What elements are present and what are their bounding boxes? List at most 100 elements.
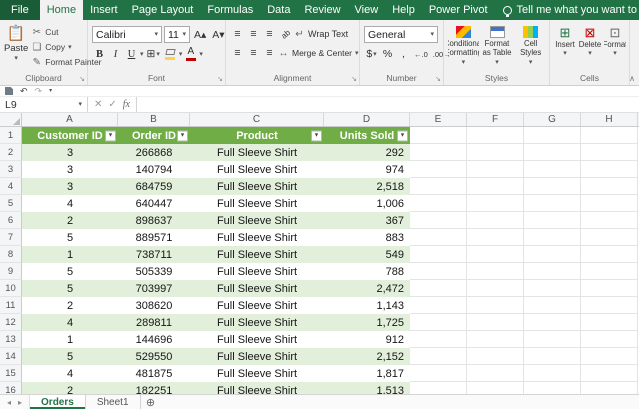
row-header-2[interactable]: 2 <box>0 144 22 161</box>
cell-H2[interactable] <box>581 144 638 161</box>
sheet-tab-orders[interactable]: Orders <box>30 395 86 409</box>
cell-F10[interactable] <box>467 280 524 297</box>
filter-icon[interactable]: ▾ <box>177 130 188 141</box>
cell-H11[interactable] <box>581 297 638 314</box>
cell-A11[interactable]: 2 <box>22 297 118 314</box>
paste-dropdown-icon[interactable]: ▾ <box>14 55 18 62</box>
cell-E15[interactable] <box>410 365 467 382</box>
cell-F13[interactable] <box>467 331 524 348</box>
cell-C4[interactable]: Full Sleeve Shirt <box>190 178 324 195</box>
cell-G11[interactable] <box>524 297 581 314</box>
cell-C6[interactable]: Full Sleeve Shirt <box>190 212 324 229</box>
sheet-nav-left-icon[interactable]: ◂ <box>7 398 11 407</box>
ribbon-tab-view[interactable]: View <box>348 0 386 20</box>
delete-cells-button[interactable]: ⊠ Delete ▾ <box>579 23 601 72</box>
insert-function-icon[interactable]: fx <box>123 99 130 110</box>
cell-H9[interactable] <box>581 263 638 280</box>
cell-G13[interactable] <box>524 331 581 348</box>
cell-B13[interactable]: 144696 <box>118 331 190 348</box>
cell-C8[interactable]: Full Sleeve Shirt <box>190 246 324 263</box>
row-header-14[interactable]: 14 <box>0 348 22 365</box>
cell-C11[interactable]: Full Sleeve Shirt <box>190 297 324 314</box>
format-cells-button[interactable]: ⊡ Format ▾ <box>604 23 626 72</box>
format-as-table-button[interactable]: Format as Table ▾ <box>482 23 513 72</box>
cell-D4[interactable]: 2,518 <box>324 178 410 195</box>
cell-B10[interactable]: 703997 <box>118 280 190 297</box>
ribbon-tab-help[interactable]: Help <box>385 0 422 20</box>
font-name-select[interactable]: Calibri ▾ <box>92 26 162 43</box>
conditional-formatting-button[interactable]: Conditional Formatting ▾ <box>448 23 479 72</box>
cell-B12[interactable]: 289811 <box>118 314 190 331</box>
row-header-1[interactable]: 1 <box>0 127 22 144</box>
table-header-product[interactable]: Product ▾ <box>190 127 324 144</box>
column-header-A[interactable]: A <box>22 113 118 126</box>
wrap-text-button[interactable]: ↵ Wrap Text <box>294 26 348 42</box>
cell-C9[interactable]: Full Sleeve Shirt <box>190 263 324 280</box>
filter-icon[interactable]: ▾ <box>311 130 322 141</box>
align-center-button[interactable]: ≡ <box>246 45 261 61</box>
row-header-11[interactable]: 11 <box>0 297 22 314</box>
cell-B6[interactable]: 898637 <box>118 212 190 229</box>
cell-D6[interactable]: 367 <box>324 212 410 229</box>
cell-E16[interactable] <box>410 382 467 394</box>
cell-B2[interactable]: 266868 <box>118 144 190 161</box>
cell-C15[interactable]: Full Sleeve Shirt <box>190 365 324 382</box>
undo-icon[interactable]: ↶ <box>20 86 28 97</box>
cell-C5[interactable]: Full Sleeve Shirt <box>190 195 324 212</box>
ribbon-tab-page-layout[interactable]: Page Layout <box>125 0 201 20</box>
ribbon-tab-data[interactable]: Data <box>260 0 297 20</box>
filter-icon[interactable]: ▾ <box>397 130 408 141</box>
clipboard-dialog-launcher-icon[interactable]: ↘ <box>79 75 85 84</box>
cell-E14[interactable] <box>410 348 467 365</box>
font-dialog-launcher-icon[interactable]: ↘ <box>217 75 223 84</box>
cell-H13[interactable] <box>581 331 638 348</box>
cell-H6[interactable] <box>581 212 638 229</box>
cell-C7[interactable]: Full Sleeve Shirt <box>190 229 324 246</box>
cell-E13[interactable] <box>410 331 467 348</box>
cell-G16[interactable] <box>524 382 581 394</box>
cell-A12[interactable]: 4 <box>22 314 118 331</box>
cell-A10[interactable]: 5 <box>22 280 118 297</box>
column-header-E[interactable]: E <box>410 113 467 126</box>
cell-C3[interactable]: Full Sleeve Shirt <box>190 161 324 178</box>
cell-D7[interactable]: 883 <box>324 229 410 246</box>
column-header-G[interactable]: G <box>524 113 581 126</box>
cell-G10[interactable] <box>524 280 581 297</box>
cell-D13[interactable]: 912 <box>324 331 410 348</box>
column-header-F[interactable]: F <box>467 113 524 126</box>
cell-G8[interactable] <box>524 246 581 263</box>
cell-G7[interactable] <box>524 229 581 246</box>
cell-C13[interactable]: Full Sleeve Shirt <box>190 331 324 348</box>
alignment-dialog-launcher-icon[interactable]: ↘ <box>351 75 357 84</box>
cell-A13[interactable]: 1 <box>22 331 118 348</box>
cell-E3[interactable] <box>410 161 467 178</box>
cell-D11[interactable]: 1,143 <box>324 297 410 314</box>
cell-F11[interactable] <box>467 297 524 314</box>
cell-H7[interactable] <box>581 229 638 246</box>
new-sheet-icon[interactable]: ⊕ <box>141 395 161 409</box>
paste-button[interactable]: 📋 Paste ▾ <box>4 23 28 72</box>
cell-G3[interactable] <box>524 161 581 178</box>
cell-F5[interactable] <box>467 195 524 212</box>
cell-H8[interactable] <box>581 246 638 263</box>
cell-A14[interactable]: 5 <box>22 348 118 365</box>
column-header-B[interactable]: B <box>118 113 190 126</box>
cell-F12[interactable] <box>467 314 524 331</box>
cell-C10[interactable]: Full Sleeve Shirt <box>190 280 324 297</box>
formula-input[interactable] <box>137 97 639 112</box>
insert-cells-button[interactable]: ⊞ Insert ▾ <box>554 23 576 72</box>
increase-decimal-button[interactable]: ←.0 <box>412 46 430 62</box>
percent-button[interactable]: % <box>380 46 395 62</box>
cell-B4[interactable]: 684759 <box>118 178 190 195</box>
cell-G6[interactable] <box>524 212 581 229</box>
cell-D16[interactable]: 1,513 <box>324 382 410 394</box>
cell-H16[interactable] <box>581 382 638 394</box>
cell-D5[interactable]: 1,006 <box>324 195 410 212</box>
column-header-C[interactable]: C <box>190 113 324 126</box>
cell-H4[interactable] <box>581 178 638 195</box>
filter-icon[interactable]: ▾ <box>105 130 116 141</box>
cell-F3[interactable] <box>467 161 524 178</box>
ribbon-tab-file[interactable]: File <box>0 0 40 20</box>
cell-A6[interactable]: 2 <box>22 212 118 229</box>
cell-C14[interactable]: Full Sleeve Shirt <box>190 348 324 365</box>
